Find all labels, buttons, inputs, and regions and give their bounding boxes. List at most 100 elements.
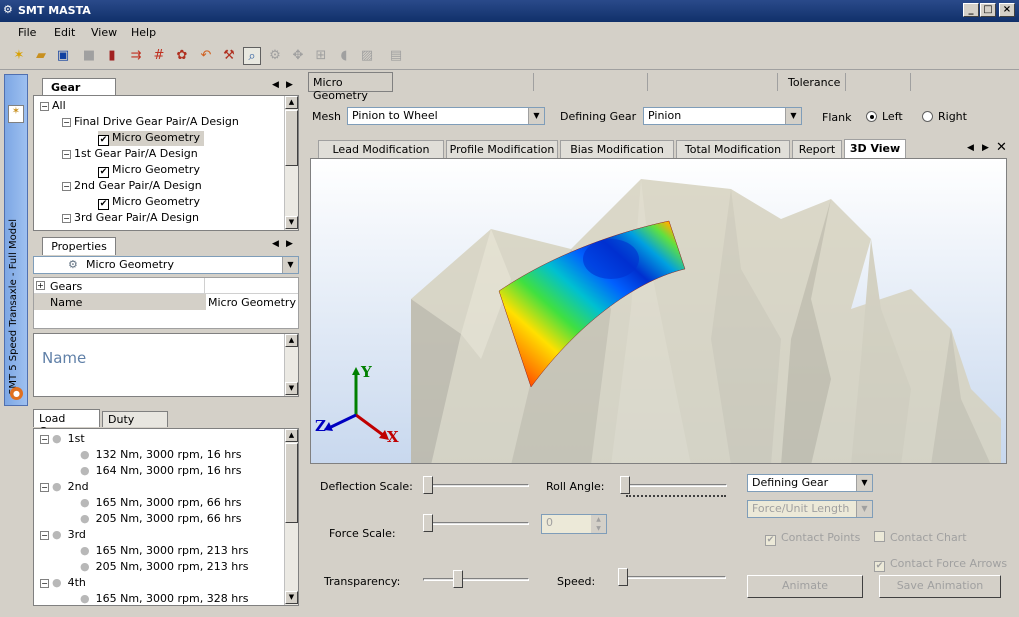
pan-icon[interactable]: ✥ — [289, 47, 307, 65]
expand-icon[interactable]: + — [36, 281, 45, 290]
3d-viewport[interactable]: Y X Z — [310, 158, 1007, 464]
model-side-tab[interactable]: ✶ SMT 5 Speed Transaxle - Full Model ● — [4, 74, 28, 406]
load-case-group[interactable]: − ● 2nd — [40, 480, 89, 493]
tab-bias-modification[interactable]: Bias Modification — [560, 140, 674, 158]
scroll-thumb[interactable] — [285, 443, 298, 523]
contact-chart-checkbox[interactable]: Contact Chart — [874, 531, 967, 544]
tree-node-3rd-gear[interactable]: −3rd Gear Pair/A Design — [62, 211, 199, 224]
gear-display-select[interactable]: Defining Gear ▼ — [747, 474, 873, 492]
grid-icon[interactable]: # — [150, 47, 168, 65]
description-scrollbar[interactable]: ▲ ▼ — [284, 334, 298, 396]
zoom-icon[interactable]: ⌕ — [243, 47, 261, 65]
open-folder-icon[interactable]: ▰ — [32, 47, 50, 65]
menu-file[interactable]: File — [18, 26, 36, 39]
deflection-scale-slider[interactable] — [423, 476, 529, 496]
tab-micro-geometry[interactable]: Micro Geometry — [308, 72, 393, 102]
collapse-icon[interactable]: − — [40, 483, 49, 492]
load-case-item[interactable]: ● 205 Nm, 3000 rpm, 66 hrs — [80, 512, 241, 525]
scroll-up-icon[interactable]: ▲ — [285, 429, 298, 442]
scroll-down-icon[interactable]: ▼ — [285, 216, 298, 229]
scroll-up-icon[interactable]: ▲ — [285, 334, 298, 347]
gear-sets-scrollbar[interactable]: ▲ ▼ — [284, 96, 298, 230]
force-value-input[interactable]: 0 ▲ ▼ — [541, 514, 607, 534]
cut-icon[interactable]: ■ — [80, 47, 98, 65]
collapse-icon[interactable]: − — [40, 579, 49, 588]
speed-slider[interactable] — [618, 568, 726, 588]
load-case-group[interactable]: − ● 4th — [40, 576, 86, 589]
menu-view[interactable]: View — [91, 26, 117, 39]
save-icon[interactable]: ▣ — [54, 47, 72, 65]
fit-icon[interactable]: ⊞ — [312, 47, 330, 65]
spin-down-icon[interactable]: ▼ — [591, 524, 606, 533]
force-unit-select[interactable]: Force/Unit Length ▼ — [747, 500, 873, 518]
scroll-down-icon[interactable]: ▼ — [285, 591, 298, 604]
scroll-thumb[interactable] — [285, 110, 298, 166]
tree-node-micro-geometry[interactable]: ✔ Micro Geometry — [98, 195, 200, 210]
scroll-left-icon[interactable]: ◀ — [967, 143, 974, 153]
property-row[interactable]: Name Micro Geometry — [34, 294, 298, 310]
load-case-item[interactable]: ● 205 Nm, 3000 rpm, 213 hrs — [80, 560, 248, 573]
tab-tolerance[interactable]: Tolerance — [788, 76, 840, 89]
tab-lead-modification[interactable]: Lead Modification — [318, 140, 444, 158]
load-case-item[interactable]: ● 165 Nm, 3000 rpm, 328 hrs — [80, 592, 248, 605]
scroll-right-icon[interactable]: ▶ — [286, 80, 293, 90]
rotate-icon[interactable]: ⚙ — [266, 47, 284, 65]
new-model-icon[interactable]: ✶ — [8, 105, 24, 123]
close-button[interactable]: × — [999, 3, 1015, 17]
collapse-icon[interactable]: − — [40, 531, 49, 540]
collapse-icon[interactable]: − — [40, 435, 49, 444]
curve-icon[interactable]: ↶ — [197, 47, 215, 65]
scroll-right-icon[interactable]: ▶ — [286, 239, 293, 249]
system-icon[interactable]: ⇉ — [127, 47, 145, 65]
tab-properties[interactable]: Properties — [42, 237, 116, 255]
scroll-down-icon[interactable]: ▼ — [285, 382, 298, 395]
scroll-right-icon[interactable]: ▶ — [982, 143, 989, 153]
save-animation-button[interactable]: Save Animation — [879, 575, 1001, 598]
flank-right-radio[interactable]: Right — [922, 110, 967, 123]
property-value[interactable]: Micro Geometry — [206, 294, 298, 310]
tab-total-modification[interactable]: Total Modification — [676, 140, 790, 158]
tree-node-2nd-gear[interactable]: −2nd Gear Pair/A Design — [62, 179, 202, 192]
clipboard-icon[interactable]: ▤ — [387, 47, 405, 65]
tree-node-1st-gear[interactable]: −1st Gear Pair/A Design — [62, 147, 198, 160]
load-case-item[interactable]: ● 164 Nm, 3000 rpm, 16 hrs — [80, 464, 241, 477]
tree-node-all[interactable]: − All — [40, 99, 66, 112]
transparency-slider[interactable] — [423, 570, 529, 590]
flank-left-radio[interactable]: Left — [866, 110, 903, 123]
tree-node-final-drive[interactable]: − Final Drive Gear Pair/A Design — [62, 115, 239, 128]
spin-up-icon[interactable]: ▲ — [591, 515, 606, 524]
load-case-item[interactable]: ● 132 Nm, 3000 rpm, 16 hrs — [80, 448, 241, 461]
tab-profile-modification[interactable]: Profile Modification — [446, 140, 558, 158]
tab-report[interactable]: Report — [792, 140, 842, 158]
property-row[interactable]: + Gears — [34, 278, 298, 310]
load-case-item[interactable]: ● 165 Nm, 3000 rpm, 213 hrs — [80, 544, 248, 557]
tree-node-micro-geometry[interactable]: ✔ Micro Geometry — [98, 163, 200, 178]
tab-3d-view[interactable]: 3D View — [844, 139, 906, 159]
design-icon[interactable]: ▮ — [103, 47, 121, 65]
settings-icon[interactable]: ⚒ — [220, 47, 238, 65]
contact-points-checkbox[interactable]: ✔ Contact Points — [765, 531, 860, 546]
defining-gear-select[interactable]: Pinion ▼ — [643, 107, 802, 125]
maximize-button[interactable]: □ — [980, 3, 996, 17]
sound-icon[interactable]: ◖ — [335, 47, 353, 65]
tab-duty-cycles[interactable]: Duty Cycles — [102, 411, 168, 439]
mesh-select[interactable]: Pinion to Wheel ▼ — [347, 107, 545, 125]
force-scale-slider[interactable] — [423, 514, 529, 534]
new-file-icon[interactable]: ✶ — [10, 47, 28, 65]
close-tab-icon[interactable]: ✕ — [996, 140, 1007, 155]
load-case-item[interactable]: ● 165 Nm, 3000 rpm, 66 hrs — [80, 496, 241, 509]
menu-edit[interactable]: Edit — [54, 26, 75, 39]
menu-help[interactable]: Help — [131, 26, 156, 39]
contact-force-arrows-checkbox[interactable]: ✔ Contact Force Arrows — [874, 557, 1007, 572]
load-case-group[interactable]: − ● 3rd — [40, 528, 86, 541]
load-case-group[interactable]: − ● 1st — [40, 432, 85, 445]
load-cases-scrollbar[interactable]: ▲ ▼ — [284, 429, 298, 605]
tree-node-micro-geometry-selected[interactable]: ✔ Micro Geometry — [98, 131, 204, 146]
scroll-left-icon[interactable]: ◀ — [272, 239, 279, 249]
minimize-button[interactable]: _ — [963, 3, 979, 17]
tab-gear-sets[interactable]: Gear Sets — [42, 78, 116, 107]
tab-load-cases[interactable]: Load Cases — [33, 409, 100, 438]
properties-selector[interactable]: ⚙ Micro Geometry ▼ — [33, 256, 299, 274]
gear-icon[interactable]: ✿ — [173, 47, 191, 65]
scroll-left-icon[interactable]: ◀ — [272, 80, 279, 90]
